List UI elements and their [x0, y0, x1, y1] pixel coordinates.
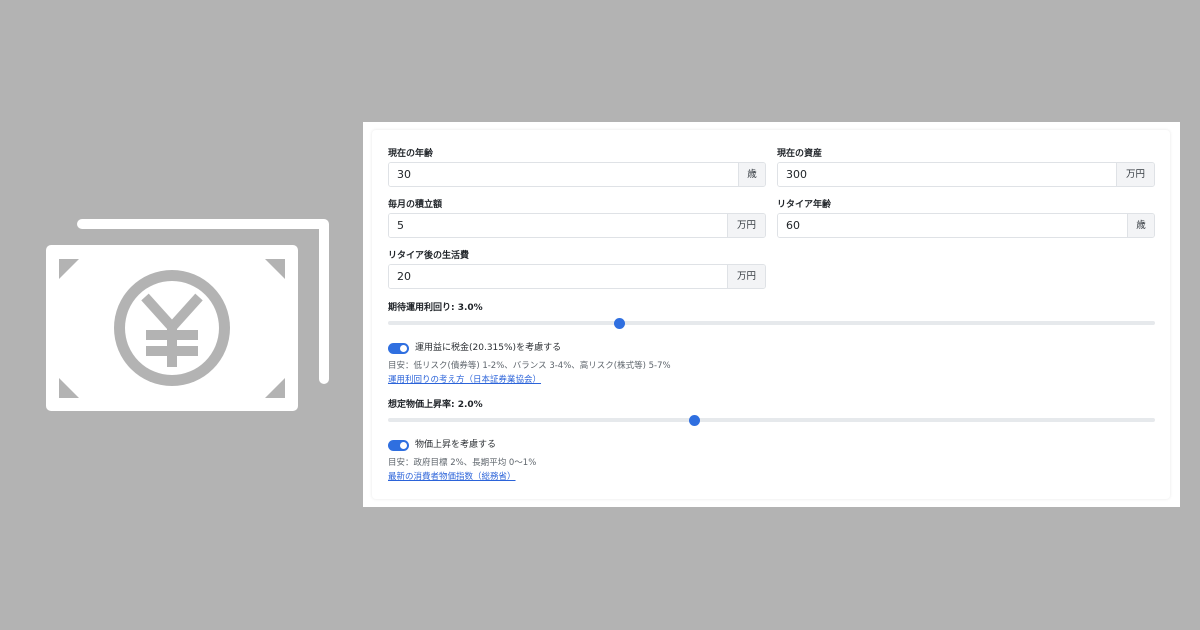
current-assets-input[interactable]: 300 — [778, 163, 1116, 186]
current-age-input-group: 30 歳 — [388, 162, 766, 187]
current-age-field: 現在の年齢 30 歳 — [388, 149, 766, 187]
return-rate-slider-thumb[interactable] — [614, 317, 626, 329]
return-rate-label: 期待運用利回り: 3.0% — [388, 303, 483, 313]
inflation-toggle-label: 物価上昇を考慮する — [415, 440, 497, 450]
inflation-rate-slider-thumb[interactable] — [689, 414, 701, 426]
return-rate-hint: 目安：低リスク(債券等) 1-2%、バランス 3-4%、高リスク(株式等) 5-… — [388, 361, 671, 371]
retire-age-unit: 歳 — [1127, 214, 1154, 237]
monthly-saving-unit: 万円 — [727, 214, 765, 237]
tax-toggle-knob — [400, 345, 407, 352]
living-cost-label: リタイア後の生活費 — [388, 251, 470, 261]
retire-age-input[interactable]: 60 — [778, 214, 1127, 237]
current-assets-unit: 万円 — [1116, 163, 1154, 186]
monthly-saving-field: 毎月の積立額 5 万円 — [388, 200, 766, 238]
simulation-panel: 現在の年齢 30 歳 現在の資産 300 万円 毎月の積立額 5 万円 リタイア… — [363, 122, 1180, 507]
living-cost-field: リタイア後の生活費 20 万円 — [388, 251, 766, 289]
return-rate-guide-link[interactable]: 運用利回りの考え方（日本証券業協会） — [388, 375, 541, 386]
tax-toggle-label: 運用益に税金(20.315%)を考慮する — [415, 343, 562, 353]
retire-age-input-group: 60 歳 — [777, 213, 1155, 238]
tax-toggle-switch[interactable] — [388, 343, 409, 354]
monthly-saving-input[interactable]: 5 — [389, 214, 727, 237]
living-cost-input[interactable]: 20 — [389, 265, 727, 288]
current-assets-input-group: 300 万円 — [777, 162, 1155, 187]
current-assets-label: 現在の資産 — [777, 149, 823, 159]
inflation-toggle-row: 物価上昇を考慮する — [388, 440, 496, 451]
current-age-input[interactable]: 30 — [389, 163, 738, 186]
inflation-toggle-knob — [400, 442, 407, 449]
retire-age-field: リタイア年齢 60 歳 — [777, 200, 1155, 238]
monthly-saving-label: 毎月の積立額 — [388, 200, 443, 210]
inflation-rate-label: 想定物価上昇率: 2.0% — [388, 400, 483, 410]
tax-toggle-row: 運用益に税金(20.315%)を考慮する — [388, 343, 561, 354]
inflation-hint: 目安：政府目標 2%、長期平均 0〜1% — [388, 458, 537, 468]
retire-age-label: リタイア年齢 — [777, 200, 832, 210]
inflation-toggle-switch[interactable] — [388, 440, 409, 451]
settings-card: 現在の年齢 30 歳 現在の資産 300 万円 毎月の積立額 5 万円 リタイア… — [372, 130, 1170, 499]
current-age-unit: 歳 — [738, 163, 765, 186]
monthly-saving-input-group: 5 万円 — [388, 213, 766, 238]
current-assets-field: 現在の資産 300 万円 — [777, 149, 1155, 187]
cpi-link[interactable]: 最新の消費者物価指数（総務省） — [388, 472, 516, 483]
return-rate-slider[interactable] — [388, 317, 1155, 329]
inflation-rate-slider[interactable] — [388, 414, 1155, 426]
living-cost-input-group: 20 万円 — [388, 264, 766, 289]
yen-banknote-icon — [44, 215, 334, 415]
current-age-label: 現在の年齢 — [388, 149, 434, 159]
living-cost-unit: 万円 — [727, 265, 765, 288]
